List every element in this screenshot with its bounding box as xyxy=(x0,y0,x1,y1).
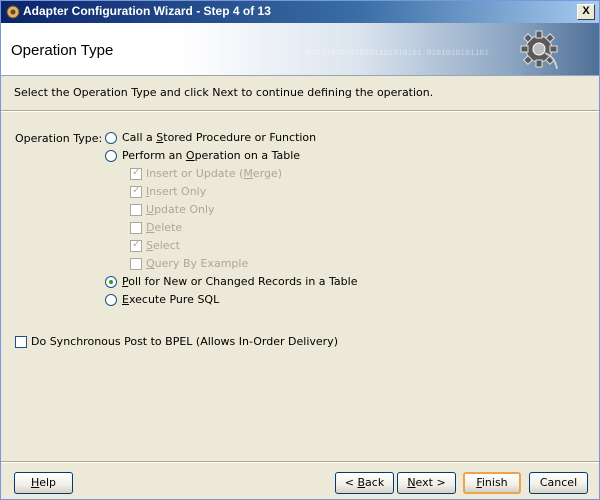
content-area: Select the Operation Type and click Next… xyxy=(1,76,599,461)
checkbox-insert-or-update-merge[interactable] xyxy=(130,167,142,180)
banner-binary-text: 010110101010101101010101 0101010101101 xyxy=(306,49,489,58)
checkbox-label-query-by-example: Query By Example xyxy=(146,257,249,270)
checkbox-label-update-only: Update Only xyxy=(146,203,215,216)
radio-label-poll-for-changed-records[interactable]: Poll for New or Changed Records in a Tab… xyxy=(122,275,357,288)
radio-execute-pure-sql[interactable] xyxy=(105,294,117,306)
checkbox-synchronous-post-to-bpel[interactable] xyxy=(15,336,27,348)
operation-type-label: Operation Type: xyxy=(15,132,103,145)
instruction-text: Select the Operation Type and click Next… xyxy=(14,86,434,99)
window-title: Adapter Configuration Wizard - Step 4 of… xyxy=(23,4,271,18)
next-button[interactable]: Next > xyxy=(397,472,456,494)
button-area-divider xyxy=(1,461,599,463)
checkbox-delete[interactable] xyxy=(130,222,142,234)
checkbox-select[interactable] xyxy=(130,239,142,252)
page-title: Operation Type xyxy=(11,42,114,59)
checkbox-label-select: Select xyxy=(146,239,180,252)
radio-label-perform-operation-on-table[interactable]: Perform an Operation on a Table xyxy=(122,149,300,162)
checkbox-update-only[interactable] xyxy=(130,204,142,216)
back-button[interactable]: < Back xyxy=(335,472,394,494)
finish-button[interactable]: Finish xyxy=(463,472,521,494)
checkbox-insert-only[interactable] xyxy=(130,185,142,198)
checkbox-label-delete: Delete xyxy=(146,221,183,234)
checkbox-label-synchronous-post-to-bpel[interactable]: Do Synchronous Post to BPEL (Allows In-O… xyxy=(31,335,338,348)
cancel-button[interactable]: Cancel xyxy=(529,472,588,494)
close-button[interactable]: X xyxy=(577,4,595,20)
radio-perform-operation-on-table[interactable] xyxy=(105,150,117,162)
checkbox-label-insert-or-update-merge: Insert or Update (Merge) xyxy=(146,167,283,180)
radio-label-execute-pure-sql[interactable]: Execute Pure SQL xyxy=(122,293,219,306)
radio-call-stored-procedure[interactable] xyxy=(105,132,117,144)
wizard-window: Adapter Configuration Wizard - Step 4 of… xyxy=(0,0,600,500)
header-banner: 010110101010101101010101 0101010101101 O… xyxy=(1,23,599,76)
title-bar[interactable]: Adapter Configuration Wizard - Step 4 of… xyxy=(1,1,599,23)
radio-label-call-stored-procedure[interactable]: Call a Stored Procedure or Function xyxy=(122,131,316,144)
radio-poll-for-changed-records[interactable] xyxy=(105,276,117,288)
checkbox-label-insert-only: Insert Only xyxy=(146,185,207,198)
checkbox-query-by-example[interactable] xyxy=(130,258,142,270)
help-button[interactable]: Help xyxy=(14,472,73,494)
content-divider xyxy=(1,110,599,112)
wizard-app-icon xyxy=(6,5,20,19)
gear-plug-icon xyxy=(520,30,558,70)
